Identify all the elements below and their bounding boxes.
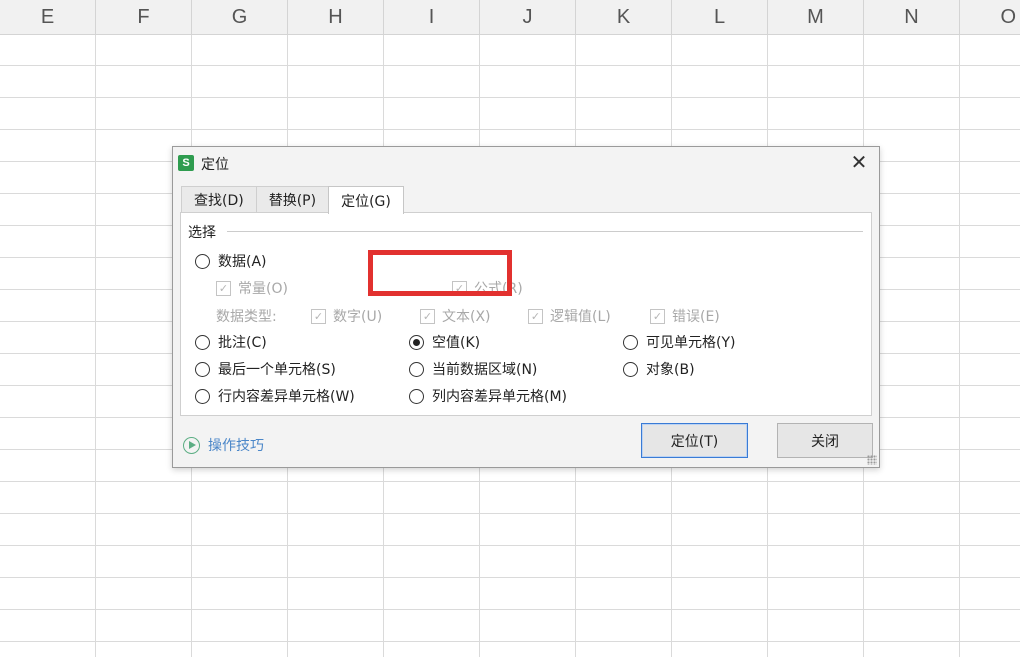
checkbox-errors: ✓ [650,308,665,324]
column-header-n[interactable]: N [864,0,960,35]
radio-column-differences[interactable] [409,388,424,404]
radio-last-cell[interactable] [195,361,210,377]
radio-row-differences[interactable] [195,388,210,404]
option-data-label: 数据(A) [218,254,267,270]
radio-current-region[interactable] [409,361,424,377]
column-header-i[interactable]: I [384,0,480,35]
checkbox-numbers: ✓ [311,308,326,324]
radio-data[interactable] [195,253,210,269]
option-data[interactable]: 数据(A) [195,251,267,271]
radio-comments[interactable] [195,334,210,350]
option-last-cell[interactable]: 最后一个单元格(S) [195,359,336,379]
column-header-k[interactable]: K [576,0,672,35]
option-text-label: 文本(X) [442,309,491,325]
option-errors: ✓ 错误(E) [650,306,720,326]
option-errors-label: 错误(E) [672,309,720,325]
option-objects-label: 对象(B) [646,362,695,378]
option-last-cell-label: 最后一个单元格(S) [218,362,336,378]
tab-replace[interactable]: 替换(P) [255,186,330,213]
close-icon[interactable]: ✕ [849,152,869,172]
option-formulas-label: 公式(R) [474,281,523,297]
radio-blanks[interactable] [409,334,424,350]
tab-find[interactable]: 查找(D) [181,186,257,213]
group-divider [227,231,863,232]
column-header-bar: E F G H I J K L M N O [0,0,1020,35]
option-formulas: ✓ 公式(R) [452,278,523,298]
checkbox-formulas: ✓ [452,280,467,296]
option-column-differences[interactable]: 列内容差异单元格(M) [409,386,567,406]
option-objects[interactable]: 对象(B) [623,359,695,379]
dialog-title: 定位 [201,157,229,173]
wps-app-icon: S [178,155,194,171]
option-constants-label: 常量(O) [238,281,288,297]
goto-options-panel: 选择 数据(A) ✓ 常量(O) ✓ 公式(R) 数据类型: ✓ 数字(U) ✓… [180,212,872,416]
resize-grip-icon[interactable] [867,455,877,465]
close-button[interactable]: 关闭 [777,423,873,458]
option-constants: ✓ 常量(O) [216,278,288,298]
option-current-region[interactable]: 当前数据区域(N) [409,359,537,379]
checkbox-text: ✓ [420,308,435,324]
column-header-f[interactable]: F [96,0,192,35]
column-header-j[interactable]: J [480,0,576,35]
option-row-differences[interactable]: 行内容差异单元格(W) [195,386,355,406]
column-header-l[interactable]: L [672,0,768,35]
option-logical: ✓ 逻辑值(L) [528,306,611,326]
column-header-h[interactable]: H [288,0,384,35]
option-current-region-label: 当前数据区域(N) [432,362,538,378]
tab-goto[interactable]: 定位(G) [328,186,404,214]
locate-button[interactable]: 定位(T) [641,423,748,458]
column-header-o[interactable]: O [960,0,1020,35]
operation-tips-link[interactable]: 操作技巧 [183,435,264,455]
dialog-tabs: 查找(D) 替换(P) 定位(G) [181,186,404,214]
play-circle-icon [183,436,200,454]
option-visible-cells-label: 可见单元格(Y) [646,335,736,351]
radio-visible-cells[interactable] [623,334,638,350]
dialog-title-bar[interactable]: S 定位 ✕ [173,147,879,179]
radio-objects[interactable] [623,361,638,377]
goto-dialog: S 定位 ✕ 查找(D) 替换(P) 定位(G) 选择 数据(A) ✓ 常量(O… [172,146,880,468]
column-header-g[interactable]: G [192,0,288,35]
option-numbers: ✓ 数字(U) [311,306,382,326]
checkbox-logical: ✓ [528,308,543,324]
option-visible-cells[interactable]: 可见单元格(Y) [623,332,735,352]
checkbox-constants: ✓ [216,280,231,296]
option-comments[interactable]: 批注(C) [195,332,267,352]
option-comments-label: 批注(C) [218,335,267,351]
option-row-differences-label: 行内容差异单元格(W) [218,389,355,405]
operation-tips-label: 操作技巧 [208,438,264,454]
option-text: ✓ 文本(X) [420,306,491,326]
option-column-differences-label: 列内容差异单元格(M) [432,389,568,405]
option-blanks[interactable]: 空值(K) [409,332,480,352]
option-logical-label: 逻辑值(L) [550,309,611,325]
option-numbers-label: 数字(U) [333,309,383,325]
column-header-e[interactable]: E [0,0,96,35]
data-type-label: 数据类型: [216,309,277,325]
option-blanks-label: 空值(K) [432,335,481,351]
column-header-m[interactable]: M [768,0,864,35]
group-label-select: 选择 [188,225,216,241]
